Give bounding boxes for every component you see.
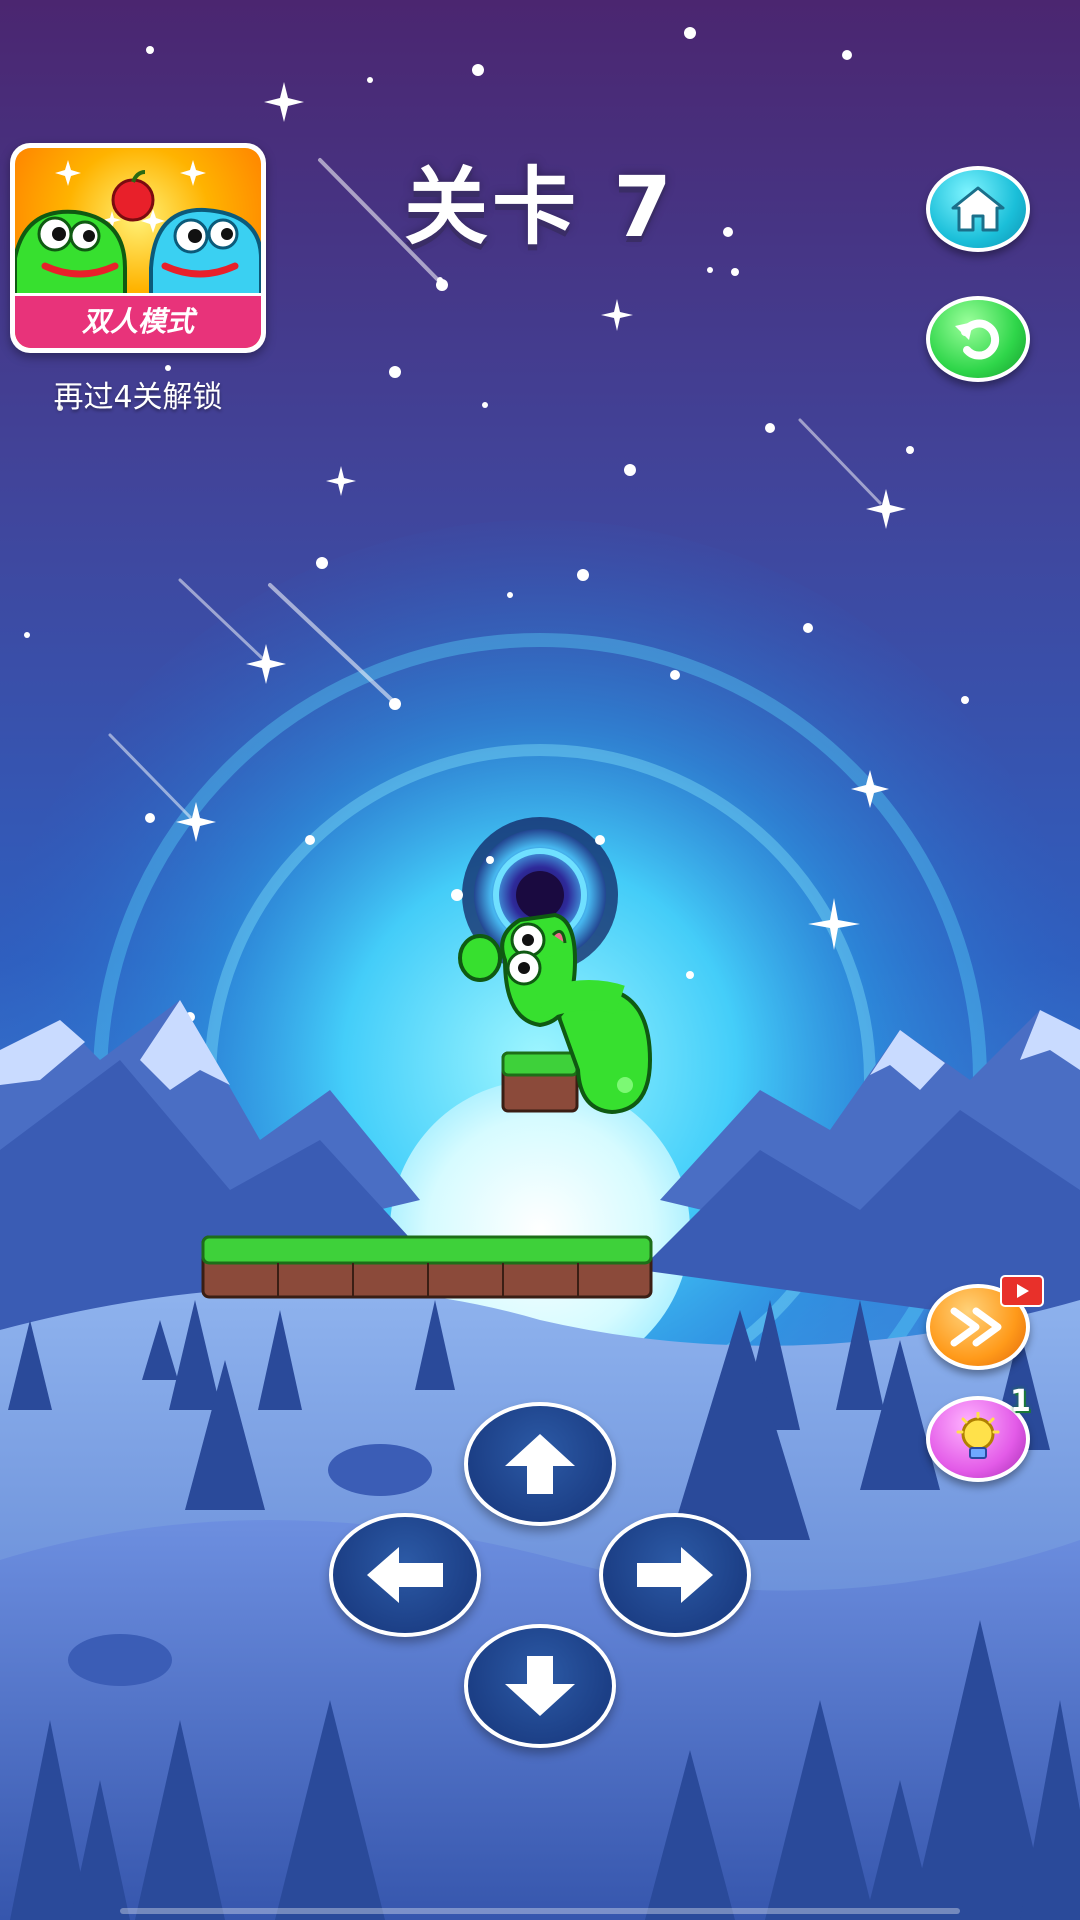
grass-platform-long bbox=[201, 1235, 653, 1299]
bottom-indicator bbox=[120, 1908, 960, 1914]
up-arrow-button[interactable] bbox=[464, 1402, 616, 1526]
two-player-mode-artwork: 双人模式 bbox=[15, 148, 261, 348]
home-icon bbox=[951, 186, 1005, 232]
restart-icon bbox=[955, 319, 1000, 360]
hint-count-badge: 1 bbox=[1010, 1384, 1031, 1419]
video-ad-icon bbox=[1000, 1275, 1044, 1307]
arrow-up-icon bbox=[505, 1434, 575, 1494]
home-button[interactable] bbox=[926, 166, 1030, 252]
restart-button[interactable] bbox=[926, 296, 1030, 382]
grass-block-small bbox=[501, 1051, 579, 1113]
arrow-left-icon bbox=[367, 1547, 443, 1603]
down-arrow-button[interactable] bbox=[464, 1624, 616, 1748]
arrow-down-icon bbox=[505, 1656, 575, 1716]
fast-forward-icon bbox=[950, 1307, 1002, 1347]
two-player-mode-label: 双人模式 bbox=[15, 293, 261, 348]
two-player-mode-card[interactable]: 双人模式 bbox=[10, 143, 266, 353]
lightbulb-icon bbox=[956, 1412, 1000, 1459]
right-arrow-button[interactable] bbox=[599, 1513, 751, 1637]
arrow-right-icon bbox=[637, 1547, 713, 1603]
unlock-hint: 再过4关解锁 bbox=[53, 380, 223, 415]
left-arrow-button[interactable] bbox=[329, 1513, 481, 1637]
